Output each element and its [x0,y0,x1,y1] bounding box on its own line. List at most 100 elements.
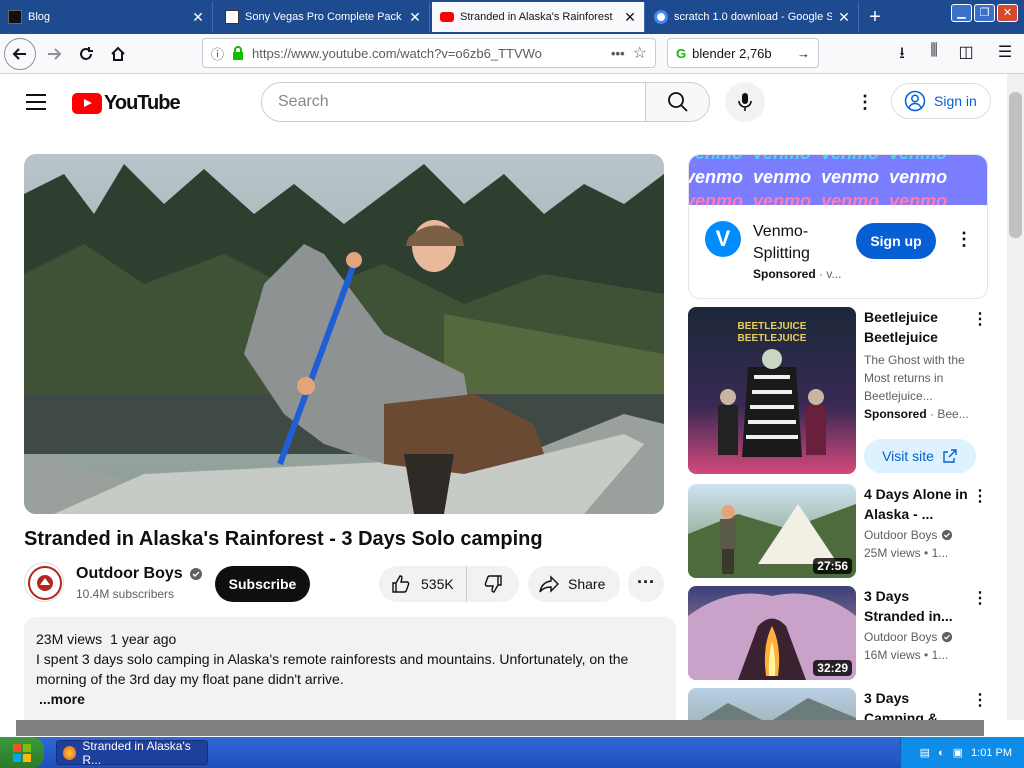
verified-badge-icon [942,631,953,643]
browser-search-box[interactable]: G blender 2,76b → [667,38,819,68]
recommendation-title[interactable]: 3 Days Stranded in... [864,586,968,626]
dislike-button[interactable] [467,574,519,594]
recommendation-item[interactable]: BEETLEJUICE BEETLEJUICE Beetlejuice Beet… [688,307,988,477]
recommendation-item[interactable]: 3 Days Camping &... ⋮ [688,688,988,720]
recommendation-item[interactable]: 27:56 4 Days Alone in Alaska - ... Outdo… [688,484,988,580]
voice-search-button[interactable] [725,82,765,122]
close-icon[interactable]: ✕ [409,9,421,26]
page-actions-icon[interactable]: ••• [611,46,625,61]
visit-site-button[interactable]: Visit site [864,439,976,473]
outdoor-boys-logo [28,566,62,600]
banner-row: venmo venmo venmo venmo [689,155,947,164]
recommendation-title[interactable]: 3 Days Camping &... [864,688,968,720]
taskbar-item-firefox[interactable]: Stranded in Alaska's R... [56,739,208,767]
upload-age: 1 year ago [110,631,177,647]
video-title: Stranded in Alaska's Rainforest - 3 Days… [24,528,543,550]
home-icon [111,46,125,61]
tab-sony-vegas[interactable]: Sony Vegas Pro Complete Pack ✕ [217,2,430,32]
clock[interactable]: 1:01 PM [971,747,1012,759]
windows-taskbar: Stranded in Alaska's R... ▤ ◐ ▣ 1:01 PM [0,737,1024,768]
scrollbar-thumb[interactable] [1009,92,1022,238]
description-box[interactable]: 23M views 1 year ago I spent 3 days solo … [24,617,676,720]
minimize-button[interactable]: ▁ [951,4,972,22]
recommendation-item[interactable]: 32:29 3 Days Stranded in... Outdoor Boys… [688,586,988,682]
youtube-page: YouTube Search ⋮ Sign in Stranded in Ala… [0,74,1024,720]
channel-avatar[interactable] [24,562,64,602]
tray-network-icon[interactable]: ▤ [920,746,930,759]
description-text: I spent 3 days solo camping in Alaska's … [36,651,629,687]
hamburger-menu-icon[interactable]: ☰ [993,42,1017,62]
venmo-logo-icon: V [705,221,741,257]
tab-google[interactable]: scratch 1.0 download - Google S ✕ [646,2,859,32]
sponsored-label: Sponsored [753,267,816,281]
tray-volume-icon[interactable]: ◐ [938,747,945,759]
start-button[interactable] [0,737,44,768]
youtube-logo[interactable]: YouTube [72,92,181,115]
share-button[interactable]: Share [528,566,620,602]
video-thumbnail[interactable] [688,688,856,720]
channel-name[interactable]: Outdoor Boys [76,565,203,583]
video-player[interactable] [24,154,664,514]
recommendation-channel[interactable]: Outdoor Boys [864,528,953,542]
search-button[interactable] [645,83,709,121]
home-button[interactable] [102,38,134,70]
bookmark-star-icon[interactable]: ☆ [633,43,647,63]
like-button[interactable]: 535K [379,566,467,602]
settings-kebab-icon[interactable]: ⋮ [856,92,874,112]
browser-nav-bar: ⓘ https://www.youtube.com/watch?v=o6zb6_… [0,34,1024,74]
close-icon[interactable]: ✕ [192,9,204,26]
recommendation-kebab-icon[interactable]: ⋮ [972,690,988,710]
guide-menu-icon[interactable] [26,94,46,110]
sign-in-button[interactable]: Sign in [891,83,991,119]
ad-source: v... [826,267,842,281]
close-window-button[interactable]: ✕ [997,4,1018,22]
video-thumbnail[interactable]: 32:29 [688,586,856,680]
view-stats: 23M views 1 year ago [36,629,664,649]
maximize-button[interactable]: ❐ [974,4,995,22]
new-tab-button[interactable]: + [864,6,886,29]
youtube-logo-text: YouTube [104,92,181,114]
recommendation-channel[interactable]: Outdoor Boys [864,630,953,644]
tab-title: Sony Vegas Pro Complete Pack [245,11,402,23]
close-icon[interactable]: ✕ [624,9,636,26]
youtube-search-bar: Search [261,82,710,122]
sidebar-icon[interactable]: ◫ [954,42,978,62]
vertical-scrollbar[interactable] [1007,74,1024,720]
sidebar-ad-card[interactable]: venmo venmo venmo venmo venmo venmo venm… [688,154,988,299]
account-icon [904,90,926,112]
recommendation-kebab-icon[interactable]: ⋮ [972,309,988,329]
channel-name-label: Outdoor Boys [76,565,183,582]
tab-youtube[interactable]: Stranded in Alaska's Rainforest ✕ [432,2,645,32]
back-button[interactable] [4,38,36,70]
download-icon[interactable]: ⭳ [890,42,914,69]
subscribe-button[interactable]: Subscribe [215,566,310,602]
close-icon[interactable]: ✕ [838,9,850,26]
ad-kebab-icon[interactable]: ⋮ [955,229,973,250]
youtube-icon [440,12,454,22]
show-more-link[interactable]: ...more [36,689,664,709]
tab-blog[interactable]: Blog ✕ [0,2,213,32]
go-arrow-icon[interactable]: → [797,46,810,61]
recommendation-title[interactable]: 4 Days Alone in Alaska - ... [864,484,968,524]
more-actions-button[interactable]: ··· [628,566,664,602]
tab-title: scratch 1.0 download - Google S [674,11,832,23]
reload-button[interactable] [70,38,102,70]
video-thumbnail[interactable]: 27:56 [688,484,856,578]
url-text[interactable]: https://www.youtube.com/watch?v=o6zb6_TT… [252,46,603,61]
forward-button[interactable] [38,38,70,70]
search-query-text[interactable]: blender 2,76b [692,46,791,61]
video-thumbnail[interactable]: BEETLEJUICE BEETLEJUICE [688,307,856,474]
search-input[interactable]: Search [262,83,645,121]
verified-badge-icon [189,568,202,580]
tray-app-icon[interactable]: ▣ [953,746,963,759]
info-icon[interactable]: ⓘ [211,44,224,63]
ad-title[interactable]: Venmo-Splitting [753,221,843,265]
ad-sign-up-button[interactable]: Sign up [856,223,936,259]
tab-title: Stranded in Alaska's Rainforest [460,11,613,23]
recommendation-title[interactable]: Beetlejuice Beetlejuice [864,307,968,347]
url-bar[interactable]: ⓘ https://www.youtube.com/watch?v=o6zb6_… [202,38,656,68]
recommendation-kebab-icon[interactable]: ⋮ [972,588,988,608]
library-icon[interactable]: ⫼ [922,42,946,60]
recommendation-kebab-icon[interactable]: ⋮ [972,486,988,506]
horizontal-scrollbar[interactable] [16,720,984,736]
